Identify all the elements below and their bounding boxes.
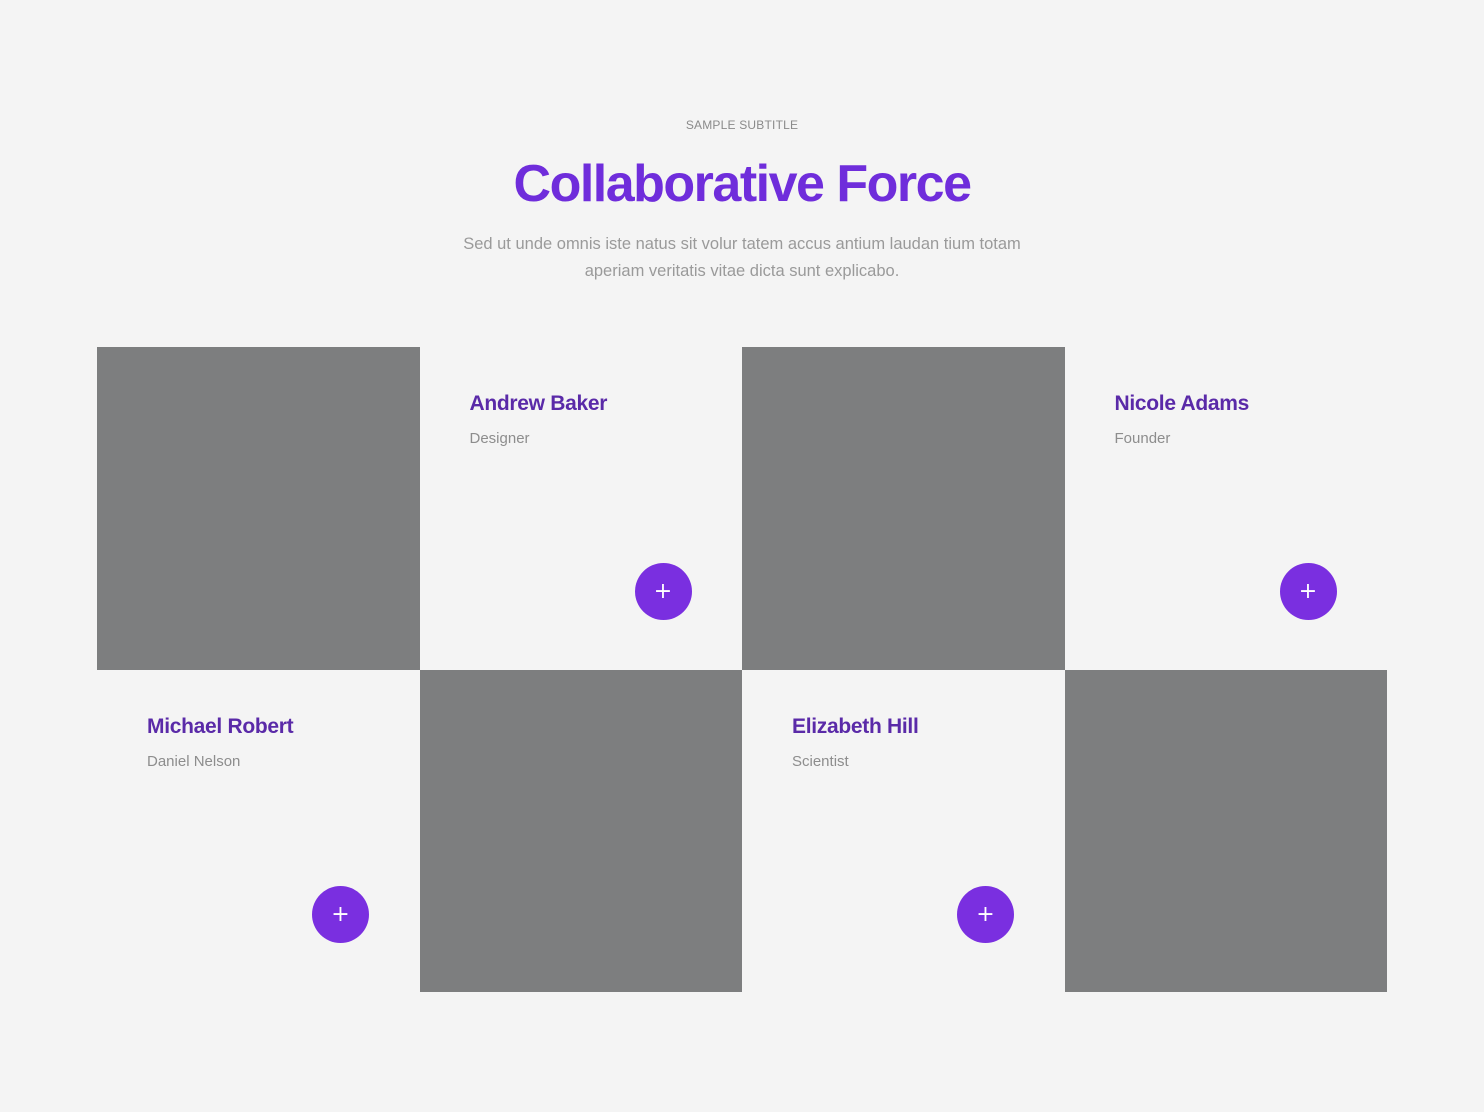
page-title: Collaborative Force xyxy=(513,155,972,213)
member-photo-nicole-adams xyxy=(742,347,1065,670)
plus-icon: + xyxy=(976,901,995,927)
member-photo-michael-robert xyxy=(419,669,742,992)
member-name: Nicole Adams xyxy=(1114,392,1250,415)
expand-member-button[interactable]: + xyxy=(957,885,1014,943)
expand-member-button[interactable]: + xyxy=(312,885,369,943)
member-name: Michael Robert xyxy=(147,714,294,738)
member-photo-andrew-baker xyxy=(97,347,420,670)
member-role: Founder xyxy=(1114,430,1171,447)
member-card-nicole-adams: Nicole Adams Founder + xyxy=(1064,347,1387,670)
expand-member-button[interactable]: + xyxy=(634,563,692,620)
section-description: Sed ut unde omnis iste natus sit volur t… xyxy=(463,235,1021,280)
member-role: Daniel Nelson xyxy=(147,752,241,770)
member-photo-elizabeth-hill xyxy=(1064,669,1387,992)
member-card-andrew-baker: Andrew Baker Designer + xyxy=(419,347,742,670)
member-name: Andrew Baker xyxy=(469,392,608,415)
member-name: Elizabeth Hill xyxy=(792,714,919,738)
member-card-michael-robert: Michael Robert Daniel Nelson + xyxy=(97,669,420,992)
team-grid: Andrew Baker Designer + Nicole Adams Fou… xyxy=(97,347,1387,992)
plus-icon: + xyxy=(653,579,673,604)
section-subtitle: SAMPLE SUBTITLE xyxy=(685,118,799,132)
expand-member-button[interactable]: + xyxy=(1279,563,1337,620)
member-role: Designer xyxy=(469,430,530,447)
member-role: Scientist xyxy=(792,752,849,770)
plus-icon: + xyxy=(1298,579,1318,604)
member-card-elizabeth-hill: Elizabeth Hill Scientist + xyxy=(742,669,1065,992)
plus-icon: + xyxy=(331,901,350,927)
